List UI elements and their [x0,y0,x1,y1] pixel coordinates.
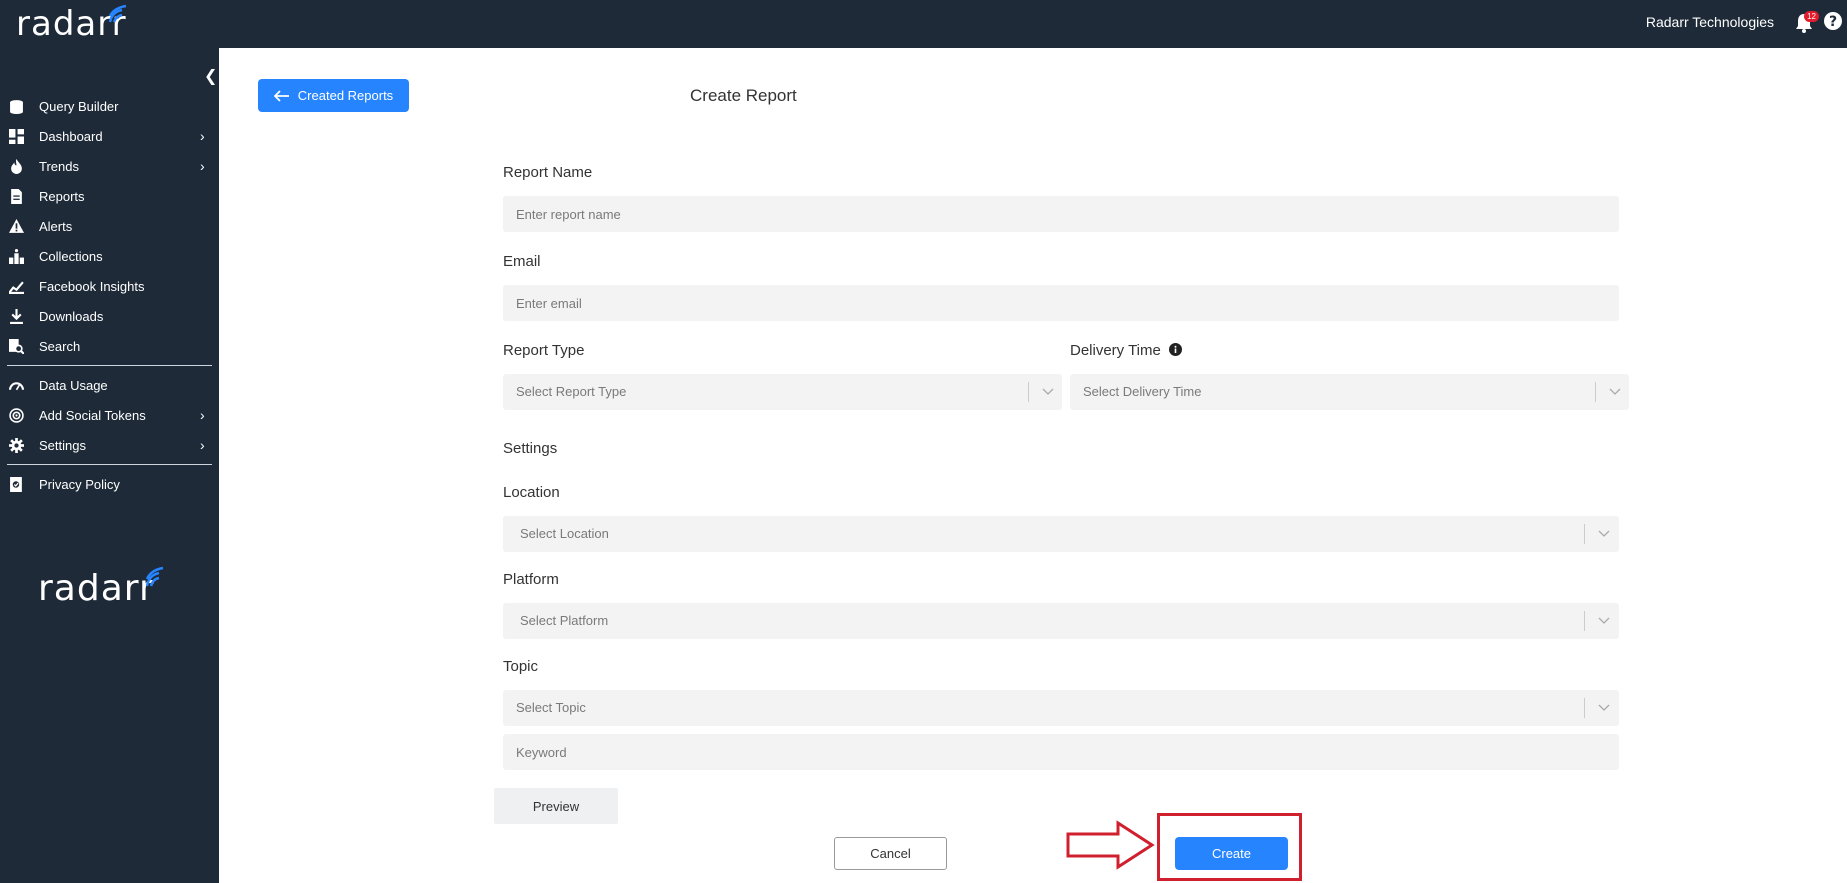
sidebar-item-facebook-insights[interactable]: Facebook Insights [0,271,219,301]
collections-icon [9,248,24,264]
email-label: Email [503,253,541,270]
help-icon[interactable]: ? [1823,11,1843,31]
sidebar-item-downloads[interactable]: Downloads [0,301,219,331]
report-type-label: Report Type [503,342,585,359]
preview-button[interactable]: Preview [494,788,618,824]
chevron-right-icon: › [200,128,205,144]
sidebar: ❮ Query Builder Dashboard › Trends › Rep… [0,48,219,883]
keyword-input[interactable] [503,734,1619,770]
select-separator [1595,382,1596,402]
sidebar-item-label: Reports [39,188,85,204]
warning-icon [9,218,24,233]
sidebar-item-label: Privacy Policy [39,476,120,492]
location-select[interactable]: Select Location [503,516,1619,552]
sidebar-item-label: Settings [39,437,86,453]
logo-wave-icon [108,4,127,23]
create-button[interactable]: Create [1175,837,1288,870]
sidebar-logo: radarr [38,568,155,609]
sidebar-item-label: Data Usage [39,377,108,393]
chevron-right-icon: › [200,407,205,423]
info-icon[interactable] [1169,343,1182,356]
sidebar-item-label: Collections [39,248,103,264]
target-icon [9,407,24,423]
report-type-select[interactable]: Select Report Type [503,374,1062,410]
sidebar-item-settings[interactable]: Settings › [0,430,219,460]
chevron-down-icon [1042,388,1054,395]
report-name-input[interactable] [503,196,1619,232]
collapse-sidebar-icon[interactable]: ❮ [204,66,217,86]
document-icon [11,188,22,204]
chart-line-icon [9,281,24,294]
sidebar-item-collections[interactable]: Collections [0,241,219,271]
sidebar-divider [7,365,212,366]
location-placeholder: Select Location [520,526,609,541]
svg-text:?: ? [1829,14,1837,30]
sidebar-item-label: Facebook Insights [39,278,145,294]
dashboard-icon [9,128,24,144]
delivery-time-label: Delivery Time [1070,342,1161,359]
sidebar-nav: Query Builder Dashboard › Trends › Repor… [0,91,219,499]
platform-placeholder: Select Platform [520,613,609,628]
cancel-button[interactable]: Cancel [834,837,947,870]
shield-doc-icon [10,476,22,492]
sidebar-item-data-usage[interactable]: Data Usage [0,370,219,400]
email-field-wrap [503,285,1619,321]
select-separator [1584,698,1585,718]
sidebar-item-label: Trends [39,158,79,174]
notification-badge: 12 [1804,11,1819,22]
database-icon [10,99,23,114]
select-separator [1584,611,1585,631]
sidebar-item-search[interactable]: Search [0,331,219,361]
sidebar-item-alerts[interactable]: Alerts [0,211,219,241]
sidebar-item-label: Query Builder [39,98,119,114]
chevron-right-icon: › [200,158,205,174]
email-input[interactable] [503,285,1619,321]
report-name-label: Report Name [503,164,593,181]
sidebar-item-label: Search [39,338,81,354]
chevron-down-icon [1598,530,1610,537]
sidebar-item-dashboard[interactable]: Dashboard › [0,121,219,151]
select-separator [1584,524,1585,544]
keyword-field-wrap [503,734,1619,770]
topic-select[interactable]: Select Topic [503,690,1619,726]
top-bar: radarr Radarr Technologies 12 ? [0,0,1847,48]
sidebar-item-label: Alerts [39,218,73,234]
location-label: Location [503,484,560,501]
sidebar-item-label: Dashboard [39,128,103,144]
chevron-right-icon: › [200,437,205,453]
chevron-down-icon [1598,617,1610,624]
sidebar-item-add-social-tokens[interactable]: Add Social Tokens › [0,400,219,430]
page-title: Create Report [690,86,797,105]
sidebar-divider [7,464,212,465]
sidebar-item-label: Downloads [39,308,104,324]
platform-label: Platform [503,571,559,588]
sidebar-item-label: Add Social Tokens [39,407,146,423]
gear-icon [9,437,24,453]
report-name-field-wrap [503,196,1619,232]
delivery-time-placeholder: Select Delivery Time [1083,384,1202,399]
sidebar-item-query-builder[interactable]: Query Builder [0,91,219,121]
fire-icon [11,158,22,174]
topic-placeholder: Select Topic [516,700,586,715]
report-type-placeholder: Select Report Type [516,384,627,399]
gauge-icon [9,381,24,390]
company-name[interactable]: Radarr Technologies [1646,14,1774,30]
arrow-left-icon [273,89,289,102]
sidebar-item-privacy-policy[interactable]: Privacy Policy [0,469,219,499]
topic-label: Topic [503,658,539,675]
annotation-arrow-icon [1066,820,1155,870]
sidebar-item-reports[interactable]: Reports [0,181,219,211]
back-to-created-reports-button[interactable]: Created Reports [258,79,409,112]
sidebar-item-trends[interactable]: Trends › [0,151,219,181]
back-button-label: Created Reports [297,88,394,103]
chevron-down-icon [1609,388,1621,395]
platform-select[interactable]: Select Platform [503,603,1619,639]
settings-section-label: Settings [503,440,558,457]
delivery-time-select[interactable]: Select Delivery Time [1070,374,1629,410]
chevron-down-icon [1598,704,1610,711]
sidebar-logo-wave-icon [145,566,164,587]
download-icon [10,308,23,324]
search-doc-icon [9,338,24,354]
select-separator [1028,382,1029,402]
